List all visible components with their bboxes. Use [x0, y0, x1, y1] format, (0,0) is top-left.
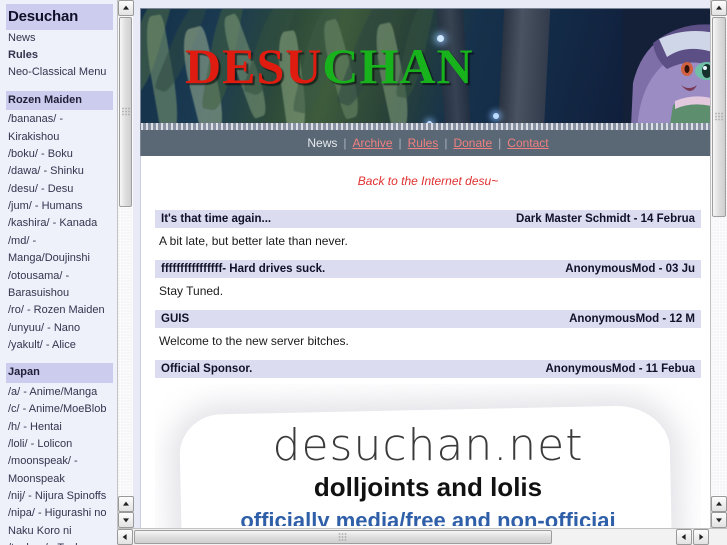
- hscroll-thumb[interactable]: [134, 530, 552, 544]
- content-area: Back to the Internet desu~ It's that tim…: [140, 156, 710, 528]
- sidebar-item-otousama[interactable]: /otousama/ - Barasuishou: [6, 268, 113, 303]
- news-meta: AnonymousMod - 03 Ju: [565, 263, 695, 275]
- sidebar-item-moonspeak[interactable]: /moonspeak/ - Moonspeak: [6, 453, 113, 488]
- nav-item-donate[interactable]: Donate: [453, 136, 492, 150]
- banner-title: DESUCHAN: [185, 37, 474, 95]
- nav-item-rules[interactable]: Rules: [408, 136, 439, 150]
- sidebar-scroll-thumb[interactable]: [119, 17, 132, 207]
- browser-viewport: Desuchan News Rules Neo-Classical Menu R…: [0, 0, 727, 545]
- sidebar-heading-rozen-maiden: Rozen Maiden: [6, 90, 113, 111]
- sidebar-item-ro[interactable]: /ro/ - Rozen Maiden: [6, 302, 113, 319]
- sidebar-item-rules[interactable]: Rules: [6, 47, 113, 64]
- news-body: A bit late, but better late than never.: [159, 234, 348, 248]
- nav-separator: |: [498, 136, 502, 150]
- sidebar: Desuchan News Rules Neo-Classical Menu R…: [0, 0, 117, 545]
- top-nav: News | Archive | Rules | Donate | Contac…: [140, 130, 710, 156]
- triangle-left-icon: [681, 534, 686, 540]
- tagline: Back to the Internet desu~: [357, 174, 499, 188]
- main-vertical-scrollbar[interactable]: [710, 0, 727, 528]
- main-horizontal-scrollbar[interactable]: [117, 528, 727, 545]
- sidebar-content: Desuchan News Rules Neo-Classical Menu R…: [0, 0, 117, 545]
- triangle-down-icon: [716, 518, 722, 523]
- news-list: It's that time again... Dark Master Schm…: [141, 210, 710, 378]
- news-header: ffffffffffffffff- Hard drives suck. Anon…: [155, 260, 701, 278]
- sidebar-item-jum[interactable]: /jum/ - Humans: [6, 198, 113, 215]
- sidebar-item-unyuu[interactable]: /unyuu/ - Nano: [6, 320, 113, 337]
- hscroll-left-button-2[interactable]: [676, 529, 692, 545]
- news-meta: AnonymousMod - 12 M: [569, 313, 695, 325]
- site-banner[interactable]: DESUCHAN: [140, 8, 710, 130]
- sidebar-item-news[interactable]: News: [6, 30, 113, 47]
- sponsor-subtitle: dolljoints and lolis: [313, 472, 543, 502]
- news-title: ffffffffffffffff- Hard drives suck.: [161, 263, 326, 275]
- firefly-dot: [493, 113, 499, 119]
- news-title: GUIS: [161, 313, 190, 325]
- sidebar-item-yakult[interactable]: /yakult/ - Alice: [6, 337, 113, 354]
- sidebar-item-h[interactable]: /h/ - Hentai: [6, 419, 113, 436]
- sidebar-scrollbar[interactable]: [117, 0, 134, 528]
- sidebar-heading-japan: Japan: [6, 363, 113, 383]
- sidebar-scroll-down-button[interactable]: [118, 512, 134, 528]
- triangle-right-icon: [699, 534, 704, 540]
- page-body: DESUCHAN News | Archive | Rules | Donate…: [140, 8, 710, 528]
- main-scroll-down-button[interactable]: [711, 512, 727, 528]
- sidebar-item-a[interactable]: /a/ - Anime/Manga: [6, 384, 113, 401]
- news-header: It's that time again... Dark Master Schm…: [155, 210, 701, 228]
- main-scroll-up-button[interactable]: [711, 0, 727, 16]
- sidebar-item-md[interactable]: /md/ - Manga/Doujinshi: [6, 233, 113, 268]
- banner-title-red: DESU: [185, 38, 323, 94]
- sidebar-item-nipa[interactable]: /nipa/ - Higurashi no Naku Koro ni: [6, 505, 113, 540]
- sidebar-item-desu[interactable]: /desu/ - Desu: [6, 181, 113, 198]
- nav-item-contact[interactable]: Contact: [507, 136, 548, 150]
- nav-separator: |: [398, 136, 402, 150]
- sidebar-item-touhou[interactable]: /touhou/ - Touhou Project: [6, 540, 113, 545]
- sidebar-item-c[interactable]: /c/ - Anime/MoeBlob: [6, 401, 113, 418]
- news-title: It's that time again...: [161, 213, 272, 225]
- news-header: GUIS AnonymousMod - 12 M: [155, 310, 701, 328]
- nav-item-archive[interactable]: Archive: [353, 136, 393, 150]
- triangle-left-icon: [122, 534, 127, 540]
- main-scroll-thumb[interactable]: [712, 17, 726, 217]
- sidebar-scroll-up-button[interactable]: [118, 0, 134, 16]
- sponsor-third-line: officially media/free and non-officiai: [240, 508, 616, 526]
- sponsor-domain: desuchan.net: [272, 420, 584, 471]
- triangle-up-icon: [123, 501, 129, 506]
- news-header: Official Sponsor. AnonymousMod - 11 Febu…: [155, 360, 701, 378]
- triangle-up-icon: [716, 5, 722, 10]
- sidebar-scroll-up-button-2[interactable]: [118, 496, 134, 512]
- nav-separator: |: [444, 136, 448, 150]
- sidebar-item-loli[interactable]: /loli/ - Lolicon: [6, 436, 113, 453]
- grip-icon: [338, 533, 348, 541]
- tree-trunk-shape: [497, 9, 551, 130]
- sidebar-item-dawa[interactable]: /dawa/ - Shinku: [6, 163, 113, 180]
- news-meta: Dark Master Schmidt - 14 Februa: [516, 213, 695, 225]
- hscroll-left-button[interactable]: [117, 529, 133, 545]
- sidebar-item-boku[interactable]: /boku/ - Boku: [6, 146, 113, 163]
- news-title: Official Sponsor.: [161, 363, 253, 375]
- sidebar-title: Desuchan: [6, 4, 113, 30]
- hscroll-right-button[interactable]: [693, 529, 709, 545]
- sidebar-item-kashira[interactable]: /kashira/ - Kanada: [6, 215, 113, 232]
- sponsor-banner-image[interactable]: desuchan.net dolljoints and lolis offici…: [155, 384, 701, 528]
- sidebar-item-bananas[interactable]: /bananas/ - Kirakishou: [6, 111, 113, 146]
- main-content-pane: DESUCHAN News | Archive | Rules | Donate…: [134, 0, 710, 528]
- banner-bottom-strip: [141, 123, 710, 130]
- nav-item-news[interactable]: News: [307, 136, 337, 150]
- anime-girl-illustration: [623, 9, 710, 130]
- sidebar-item-nij[interactable]: /nij/ - Nijura Spinoffs: [6, 488, 113, 505]
- nav-separator: |: [343, 136, 347, 150]
- grip-icon: [121, 107, 130, 117]
- triangle-up-icon: [123, 5, 129, 10]
- news-meta: AnonymousMod - 11 Febua: [545, 363, 695, 375]
- triangle-down-icon: [123, 518, 129, 523]
- triangle-up-icon: [716, 501, 722, 506]
- news-body: Welcome to the new server bitches.: [159, 334, 349, 348]
- sidebar-item-neo-classical-menu[interactable]: Neo-Classical Menu: [6, 64, 113, 81]
- banner-title-green: CHAN: [322, 38, 474, 94]
- main-scroll-up-button-2[interactable]: [711, 496, 727, 512]
- grip-icon: [715, 112, 723, 122]
- news-body: Stay Tuned.: [159, 284, 224, 298]
